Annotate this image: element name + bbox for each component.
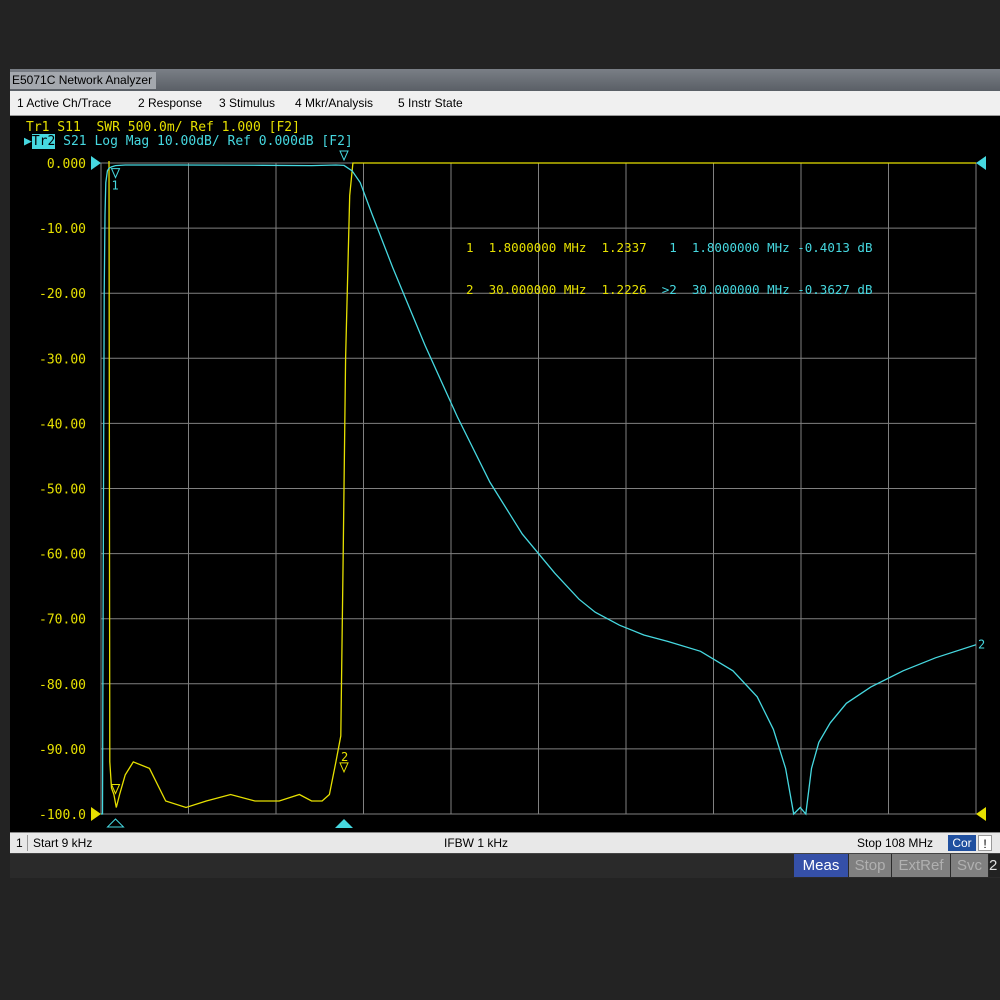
marker-2-s21-freq: 30.000000 MHz bbox=[691, 282, 790, 297]
marker-2-number: 2 bbox=[466, 282, 474, 297]
menu-mkr-analysis[interactable]: 4 Mkr/Analysis bbox=[295, 96, 373, 110]
marker-1-s21-number: 1 bbox=[661, 240, 677, 255]
menu-response[interactable]: 2 Response bbox=[138, 96, 202, 110]
marker-2-s11-icon bbox=[339, 762, 349, 774]
y-tick-label: -60.00 bbox=[39, 548, 86, 563]
marker-row-1: 1 1.8000000 MHz 1.2337 1 1.8000000 MHz -… bbox=[466, 241, 872, 255]
trace-end-marker-flag: 2 bbox=[978, 638, 985, 652]
y-tick-label: -80.00 bbox=[39, 678, 86, 693]
marker-1-number: 1 bbox=[466, 240, 474, 255]
analyzer-window: E5071C Network Analyzer 1 Active Ch/Trac… bbox=[10, 69, 1000, 878]
status-bar: 1 Start 9 kHz IFBW 1 kHz Stop 108 MHz Co… bbox=[10, 832, 1000, 853]
menu-stimulus[interactable]: 3 Stimulus bbox=[219, 96, 275, 110]
svc-softkey[interactable]: Svc bbox=[951, 854, 988, 877]
stop-frequency[interactable]: Stop 108 MHz bbox=[857, 836, 933, 850]
window-title: E5071C Network Analyzer bbox=[10, 72, 157, 89]
trace2-header[interactable]: ▶Tr2 S21 Log Mag 10.00dB/ Ref 0.000dB [F… bbox=[24, 134, 353, 149]
marker-2-s21-value: -0.3627 dB bbox=[797, 282, 873, 297]
marker-1-s21-value: -0.4013 dB bbox=[797, 240, 873, 255]
marker-1-flag: 1 bbox=[112, 179, 119, 193]
ref-arrow-left-s11-icon bbox=[91, 807, 101, 821]
correction-badge[interactable]: Cor bbox=[948, 835, 976, 851]
menu-active-ch-trace[interactable]: 1 Active Ch/Trace bbox=[17, 96, 111, 110]
stimulus-marker-2-icon bbox=[335, 819, 354, 828]
trace1-settings: S11 SWR 500.0m/ Ref 1.000 [F2] bbox=[49, 120, 300, 135]
ifbw-setting[interactable]: IFBW 1 kHz bbox=[444, 836, 508, 850]
softkey-2[interactable]: 2 bbox=[989, 854, 1000, 877]
title-bar[interactable]: E5071C Network Analyzer bbox=[10, 69, 1000, 91]
marker-1-swr: 1.2337 bbox=[601, 240, 647, 255]
meas-softkey[interactable]: Meas bbox=[794, 854, 848, 877]
softkey-bar: Meas Stop ExtRef Svc 2 bbox=[10, 853, 1000, 878]
y-tick-label: -40.00 bbox=[39, 417, 86, 432]
marker-1-s21-freq: 1.8000000 MHz bbox=[691, 240, 790, 255]
ref-arrow-left-s21-icon bbox=[91, 156, 101, 170]
channel-number: 1 bbox=[16, 836, 23, 850]
ref-arrow-right-s21-icon bbox=[976, 156, 986, 170]
marker-row-2: 2 30.000000 MHz 1.2226 >2 30.000000 MHz … bbox=[466, 283, 872, 297]
stimulus-marker-1-icon bbox=[106, 818, 125, 828]
marker-1-s21-icon bbox=[110, 168, 121, 179]
marker-2-s21-icon bbox=[339, 150, 349, 162]
trace2-label: Tr2 bbox=[31, 134, 56, 149]
stop-softkey[interactable]: Stop bbox=[849, 854, 891, 877]
warning-badge: ! bbox=[978, 835, 992, 851]
trace2-settings: S21 Log Mag 10.00dB/ Ref 0.000dB [F2] bbox=[55, 134, 353, 149]
status-divider bbox=[27, 835, 28, 851]
y-tick-label: -30.00 bbox=[39, 352, 86, 367]
y-tick-label: 0.000 bbox=[47, 157, 86, 172]
y-tick-label: -90.00 bbox=[39, 743, 86, 758]
marker-2-freq: 30.000000 MHz bbox=[488, 282, 587, 297]
ref-arrow-right-s11-icon bbox=[976, 807, 986, 821]
marker-2-flag: 2 bbox=[341, 750, 348, 764]
marker-2-s21-number: >2 bbox=[661, 282, 677, 297]
start-frequency[interactable]: Start 9 kHz bbox=[33, 836, 92, 850]
active-trace-arrow-icon: ▶ bbox=[24, 134, 32, 149]
y-tick-label: -100.0 bbox=[39, 808, 86, 823]
marker-2-swr: 1.2226 bbox=[601, 282, 647, 297]
marker-1-freq: 1.8000000 MHz bbox=[488, 240, 587, 255]
trace1-label: Tr1 bbox=[26, 120, 50, 135]
menu-bar: 1 Active Ch/Trace 2 Response 3 Stimulus … bbox=[10, 91, 1000, 116]
menu-instr-state[interactable]: 5 Instr State bbox=[398, 96, 463, 110]
y-tick-label: -70.00 bbox=[39, 613, 86, 628]
y-tick-label: -10.00 bbox=[39, 222, 86, 237]
measurement-display[interactable]: 0.000 -10.00 -20.00 -30.00 -40.00 -50.00 -60.0… bbox=[10, 116, 1000, 832]
extref-softkey[interactable]: ExtRef bbox=[892, 854, 950, 877]
trace1-header[interactable]: Tr1 S11 SWR 500.0m/ Ref 1.000 [F2] bbox=[26, 121, 300, 135]
y-tick-label: -50.00 bbox=[39, 483, 86, 498]
marker-readout: 1 1.8000000 MHz 1.2337 1 1.8000000 MHz -… bbox=[466, 213, 872, 325]
y-tick-label: -20.00 bbox=[39, 287, 86, 302]
